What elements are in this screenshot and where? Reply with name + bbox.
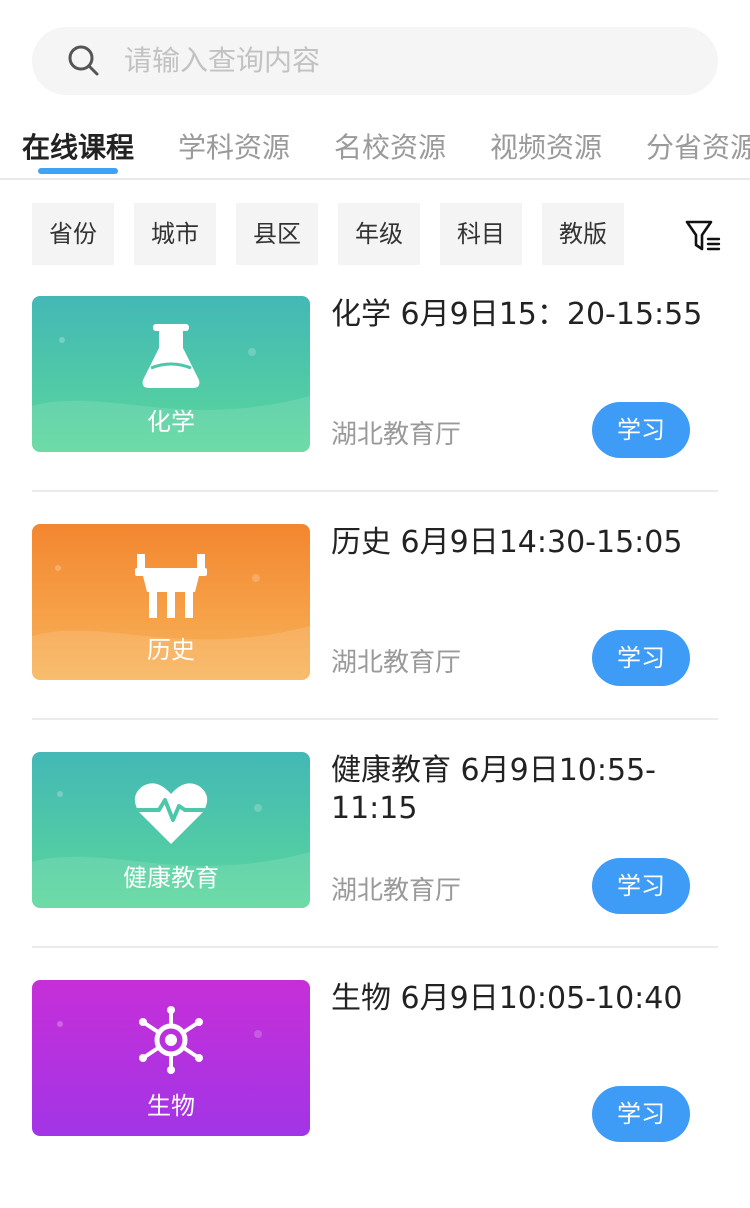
tab-video-resources[interactable]: 视频资源 [490,126,602,166]
tab-subject-resources[interactable]: 学科资源 [178,126,290,166]
course-title[interactable]: 生物 6月9日10:05-10:40 [331,980,731,1018]
molecule-icon [139,1006,203,1074]
learn-button[interactable]: 学习 [592,630,690,686]
course-title[interactable]: 化学 6月9日15：20-15:55 [331,296,731,334]
course-title[interactable]: 健康教育 6月9日10:55-11:15 [331,752,731,828]
search-placeholder: 请输入查询内容 [124,44,321,77]
course-source: 湖北教育厅 [331,876,462,906]
filter-province[interactable]: 省份 [32,203,114,265]
bronze-ding-icon [135,554,207,618]
active-tab-indicator [38,168,118,174]
course-thumbnail[interactable]: 健康教育 [32,752,310,908]
learn-button[interactable]: 学习 [592,402,690,458]
thumbnail-subject-label: 健康教育 [123,864,219,892]
course-thumbnail[interactable]: 化学 [32,296,310,452]
heart-pulse-icon [134,783,208,844]
thumbnail-subject-label: 生物 [147,1092,195,1120]
course-source: 湖北教育厅 [331,648,462,678]
learn-button[interactable]: 学习 [592,858,690,914]
course-source: 湖北教育厅 [331,420,462,450]
filter-subject[interactable]: 科目 [440,203,522,265]
search-icon [68,45,99,76]
divider [32,946,718,948]
course-thumbnail[interactable]: 历史 [32,524,310,680]
filter-city[interactable]: 城市 [134,203,216,265]
thumbnail-subject-label: 历史 [147,636,195,664]
filter-bar: 省份 城市 县区 年级 科目 教版 [0,203,750,265]
course-title[interactable]: 历史 6月9日14:30-15:05 [331,524,731,562]
learn-button[interactable]: 学习 [592,1086,690,1142]
thumbnail-subject-label: 化学 [147,408,195,436]
divider [32,718,718,720]
filter-icon[interactable] [684,217,722,255]
search-bar[interactable]: 请输入查询内容 [32,27,718,95]
filter-county[interactable]: 县区 [236,203,318,265]
filter-grade[interactable]: 年级 [338,203,420,265]
divider [32,490,718,492]
tab-school-resources[interactable]: 名校资源 [334,126,446,166]
category-tabs: 在线课程 学科资源 名校资源 视频资源 分省资源 [0,118,750,180]
course-item[interactable]: 生物 生物 6月9日10:05-10:40 学习 [0,980,750,1208]
tab-online-courses[interactable]: 在线课程 [22,126,134,166]
course-thumbnail[interactable]: 生物 [32,980,310,1136]
filter-edition[interactable]: 教版 [542,203,624,265]
tab-province-resources[interactable]: 分省资源 [646,126,750,166]
flask-icon [142,324,200,388]
